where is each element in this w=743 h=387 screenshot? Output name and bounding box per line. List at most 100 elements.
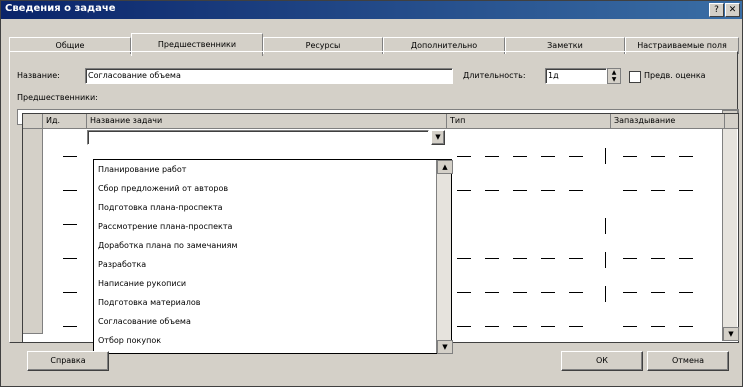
duration-label: Длительность:: [463, 71, 526, 80]
row-header[interactable]: [23, 282, 43, 300]
name-field[interactable]: Согласование объема: [85, 68, 453, 84]
empty-cell: [485, 156, 499, 157]
task-name-dropdown-list: Планирование работ Сбор предложений от а…: [93, 159, 453, 354]
empty-cell: [651, 156, 665, 157]
row-header[interactable]: [23, 299, 43, 317]
row-header[interactable]: [23, 265, 43, 283]
empty-cell: [457, 326, 471, 327]
duration-stepper[interactable]: ▲ ▼: [607, 68, 621, 84]
empty-cell: [485, 258, 499, 259]
row-header[interactable]: [23, 316, 43, 334]
empty-cell: [513, 292, 527, 293]
scroll-down-icon[interactable]: ▼: [723, 327, 739, 341]
cancel-button[interactable]: Отмена: [647, 351, 729, 371]
empty-cell: [679, 258, 693, 259]
title-bar: Сведения о задаче ? ✕: [1, 1, 742, 19]
empty-cell: [569, 326, 583, 327]
tab-strip: Общие Предшественники Ресурсы Дополнител…: [9, 27, 739, 56]
empty-cell: [569, 258, 583, 259]
duration-field[interactable]: 1д: [545, 68, 607, 84]
empty-cell: [541, 258, 555, 259]
scroll-up-icon[interactable]: ▲: [437, 160, 453, 174]
empty-cell: [513, 156, 527, 157]
grid-header: Ид. Название задачи Тип Запаздывание: [23, 114, 738, 129]
header-id: Ид.: [43, 114, 87, 128]
empty-cell: [679, 190, 693, 191]
empty-cell: [541, 326, 555, 327]
empty-cell: [569, 190, 583, 191]
row-header[interactable]: [23, 180, 43, 198]
empty-cell: [623, 190, 637, 191]
dropdown-item[interactable]: Подготовка материалов: [98, 293, 201, 312]
row-header[interactable]: [23, 163, 43, 181]
task-name-combo[interactable]: [87, 130, 429, 145]
empty-cell: [63, 258, 77, 259]
window-title: Сведения о задаче: [5, 3, 116, 14]
dropdown-item[interactable]: Подготовка плана-проспекта: [98, 198, 223, 217]
empty-cell: [457, 292, 471, 293]
empty-cell: [63, 292, 77, 293]
ok-button[interactable]: ОК: [561, 351, 643, 371]
empty-cell: [63, 156, 77, 157]
empty-cell: [679, 292, 693, 293]
dropdown-item[interactable]: Сбор предложений от авторов: [98, 179, 228, 198]
task-info-dialog: Сведения о задаче ? ✕ Общие Предшественн…: [0, 0, 743, 387]
empty-cell: [651, 292, 665, 293]
empty-cell: [541, 156, 555, 157]
empty-cell: [457, 190, 471, 191]
close-title-button[interactable]: ✕: [725, 3, 740, 17]
dropdown-item[interactable]: Разработка: [98, 255, 146, 274]
corner-cell: [23, 114, 43, 128]
row-header[interactable]: [23, 197, 43, 215]
empty-cell: [457, 156, 471, 157]
help-button[interactable]: Справка: [27, 351, 109, 371]
dropdown-item[interactable]: Согласование объема: [98, 312, 191, 331]
empty-cell: [651, 326, 665, 327]
column-divider: [605, 286, 606, 302]
empty-cell: [651, 258, 665, 259]
column-divider: [605, 252, 606, 268]
empty-cell: [623, 326, 637, 327]
empty-cell: [541, 190, 555, 191]
row-header[interactable]: [23, 214, 43, 232]
table-row[interactable]: ▼: [23, 129, 738, 147]
empty-cell: [485, 190, 499, 191]
empty-cell: [623, 292, 637, 293]
row-header[interactable]: [23, 129, 43, 147]
dropdown-item[interactable]: Написание рукописи: [98, 274, 186, 293]
empty-cell: [541, 292, 555, 293]
header-task-name: Название задачи: [87, 114, 447, 128]
help-title-button[interactable]: ?: [709, 3, 724, 17]
empty-cell: [63, 224, 77, 225]
row-header[interactable]: [23, 231, 43, 249]
estimate-checkbox[interactable]: [629, 71, 641, 83]
spin-up-icon[interactable]: ▲: [608, 69, 620, 76]
empty-cell: [485, 292, 499, 293]
dropdown-item[interactable]: Рассмотрение плана-проспекта: [98, 217, 232, 236]
dropdown-item[interactable]: Доработка плана по замечаниям: [98, 236, 238, 255]
grid-scrollbar[interactable]: ▼: [722, 129, 739, 341]
empty-cell: [513, 326, 527, 327]
empty-cell: [513, 190, 527, 191]
chevron-down-icon[interactable]: ▼: [431, 130, 445, 145]
row-header[interactable]: [23, 248, 43, 266]
estimate-checkbox-label: Предв. оценка: [644, 71, 706, 80]
dropdown-scrollbar[interactable]: ▲ ▼: [436, 160, 453, 354]
empty-cell: [623, 156, 637, 157]
empty-cell: [569, 292, 583, 293]
dropdown-item[interactable]: Отбор покупок: [98, 331, 161, 350]
empty-cell: [457, 258, 471, 259]
empty-cell: [679, 156, 693, 157]
spin-down-icon[interactable]: ▼: [608, 76, 620, 83]
empty-cell: [569, 156, 583, 157]
row-header[interactable]: [23, 146, 43, 164]
header-type: Тип: [447, 114, 611, 128]
scroll-down-icon[interactable]: ▼: [437, 340, 453, 354]
header-lag: Запаздывание: [611, 114, 725, 128]
column-divider: [605, 218, 606, 234]
predecessors-label: Предшественники:: [17, 93, 98, 102]
empty-cell: [623, 258, 637, 259]
empty-cell: [679, 326, 693, 327]
empty-cell: [485, 326, 499, 327]
dropdown-item[interactable]: Планирование работ: [98, 160, 186, 179]
